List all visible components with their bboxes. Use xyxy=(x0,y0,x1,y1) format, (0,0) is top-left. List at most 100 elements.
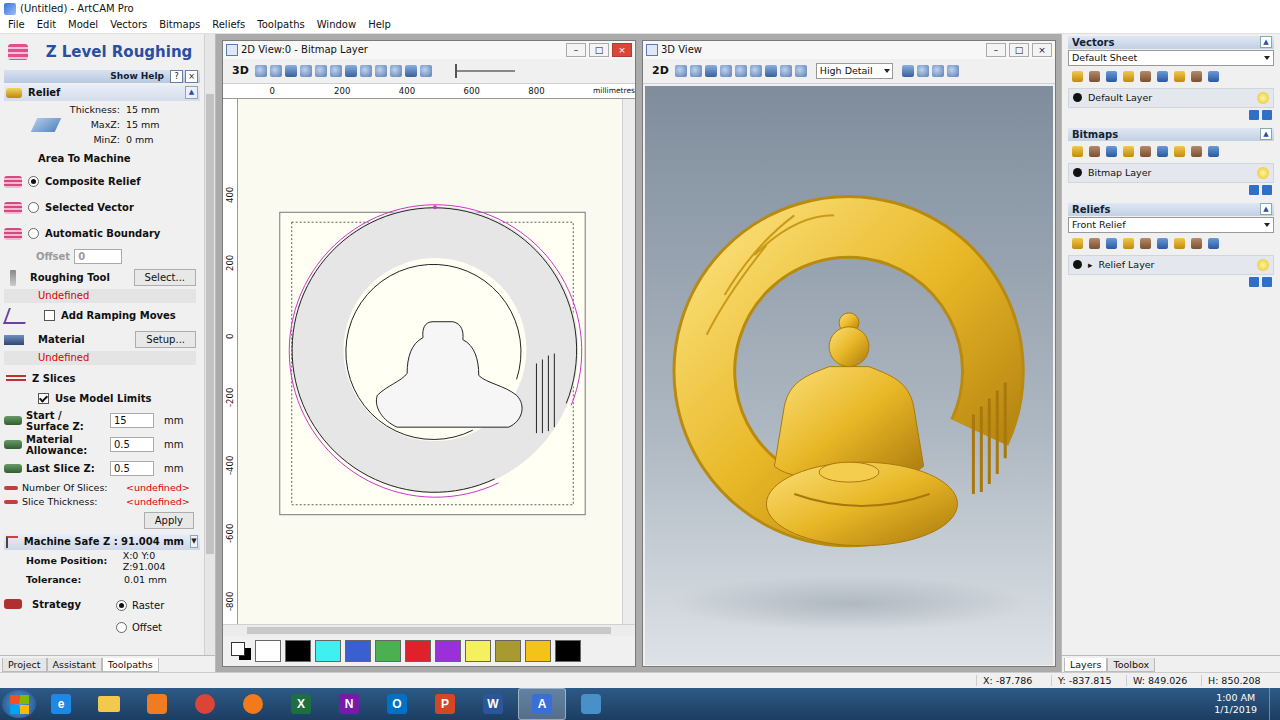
toolbar-icon[interactable] xyxy=(750,65,762,77)
toolbar-icon[interactable] xyxy=(780,65,792,77)
toolbar-icon[interactable] xyxy=(1208,71,1219,82)
select-tool-button[interactable]: Select... xyxy=(134,269,196,286)
panel-tab[interactable]: Toolpaths xyxy=(102,658,159,672)
menu-item[interactable]: Help xyxy=(362,19,397,30)
move-up-icon[interactable] xyxy=(1249,110,1259,120)
bitmap-slider[interactable] xyxy=(455,70,515,72)
slice-field[interactable]: 0.5 xyxy=(110,437,154,452)
toolbar-icon[interactable] xyxy=(1106,146,1117,157)
clock[interactable]: 1:00 AM1/1/2019 xyxy=(1204,692,1267,717)
toolbar-icon[interactable] xyxy=(947,65,959,77)
menu-item[interactable]: Window xyxy=(311,19,362,30)
radio-button[interactable] xyxy=(28,228,39,239)
move-down-icon[interactable] xyxy=(1262,110,1272,120)
toolbar-icon[interactable] xyxy=(1157,146,1168,157)
show-help[interactable]: Show Help xyxy=(110,71,164,81)
toolbar-icon[interactable] xyxy=(1140,238,1151,249)
toggle-2d-button[interactable]: 2D xyxy=(649,64,672,77)
toolbar-icon[interactable] xyxy=(1140,146,1151,157)
radio-button[interactable] xyxy=(116,600,127,611)
expand-arrow[interactable]: ▸ xyxy=(1088,260,1093,270)
menu-item[interactable]: Toolpaths xyxy=(251,19,310,30)
layer-row[interactable]: Bitmap Layer xyxy=(1068,163,1274,183)
detail-dropdown[interactable]: High Detail xyxy=(816,63,893,79)
color-swatch[interactable] xyxy=(525,640,551,662)
3d-scene[interactable] xyxy=(645,86,1053,665)
color-swatch[interactable] xyxy=(255,640,281,662)
toolbar-icon[interactable] xyxy=(1174,71,1185,82)
toolbar-icon[interactable] xyxy=(1191,238,1202,249)
strategy-option[interactable]: Offset xyxy=(116,617,164,639)
toolbar-icon[interactable] xyxy=(765,65,777,77)
model-limits-checkbox[interactable] xyxy=(38,393,49,404)
ramping-row[interactable]: Add Ramping Moves xyxy=(4,303,200,329)
toolbar-icon[interactable] xyxy=(1191,146,1202,157)
collapse-button[interactable]: ▲ xyxy=(1260,128,1272,140)
layer-tab[interactable]: Toolbox xyxy=(1107,658,1155,672)
panel-scrollbar[interactable] xyxy=(204,34,215,655)
model-limits-row[interactable]: Use Model Limits xyxy=(4,389,200,409)
show-desktop[interactable] xyxy=(1269,688,1280,720)
toolbar-icon[interactable] xyxy=(1089,146,1100,157)
help-button[interactable]: ? xyxy=(170,70,183,83)
toggle-3d-button[interactable]: 3D xyxy=(229,64,252,77)
section-header[interactable]: Reliefs▲ xyxy=(1068,203,1274,216)
toolbar-icon[interactable] xyxy=(1106,71,1117,82)
toolbar-icon[interactable] xyxy=(917,65,929,77)
menu-item[interactable]: Bitmaps xyxy=(153,19,206,30)
sheet-dropdown[interactable]: Front Relief xyxy=(1068,217,1274,233)
toolbar-icon[interactable] xyxy=(1072,71,1083,82)
toolbar-icon[interactable] xyxy=(1140,71,1151,82)
toolbar-icon[interactable] xyxy=(345,65,357,77)
visibility-icon[interactable] xyxy=(1257,259,1269,271)
expand-button[interactable]: ▼ xyxy=(190,535,198,548)
color-swatch[interactable] xyxy=(285,640,311,662)
safe-z-section[interactable]: Machine Safe Z : 91.004 mm▼ xyxy=(4,534,200,550)
toolbar-icon[interactable] xyxy=(300,65,312,77)
taskbar-app-icon[interactable]: W xyxy=(470,689,516,719)
toolbar-icon[interactable] xyxy=(1089,238,1100,249)
canvas-vertical-scrollbar[interactable] xyxy=(622,99,635,624)
taskbar-app-icon[interactable] xyxy=(182,689,228,719)
toolbar-icon[interactable] xyxy=(705,65,717,77)
radio-button[interactable] xyxy=(28,202,39,213)
toolbar-icon[interactable] xyxy=(315,65,327,77)
window-button[interactable]: – xyxy=(566,43,586,57)
fg-bg-color-icon[interactable] xyxy=(231,642,251,660)
toolbar-icon[interactable] xyxy=(795,65,807,77)
move-down-icon[interactable] xyxy=(1262,185,1272,195)
panel-tab[interactable]: Assistant xyxy=(47,658,102,672)
move-up-icon[interactable] xyxy=(1249,185,1259,195)
sheet-dropdown[interactable]: Default Sheet xyxy=(1068,50,1274,66)
menu-item[interactable]: File xyxy=(2,19,31,30)
area-option[interactable]: Selected Vector xyxy=(4,195,200,221)
drawing-canvas[interactable] xyxy=(238,99,622,624)
offset-field[interactable]: 0 xyxy=(74,249,122,264)
color-swatch[interactable] xyxy=(375,640,401,662)
collapse-button[interactable]: ▲ xyxy=(185,86,198,99)
menu-item[interactable]: Reliefs xyxy=(206,19,251,30)
toolbar-icon[interactable] xyxy=(405,65,417,77)
window-button[interactable]: □ xyxy=(1009,43,1029,57)
move-up-icon[interactable] xyxy=(1249,277,1259,287)
collapse-button[interactable]: ▲ xyxy=(1260,36,1272,48)
taskbar-app-icon[interactable]: A xyxy=(518,688,566,720)
windows-start-icon[interactable] xyxy=(2,690,36,718)
radio-button[interactable] xyxy=(28,176,39,187)
toolbar-icon[interactable] xyxy=(1174,146,1185,157)
toolbar-icon[interactable] xyxy=(1072,238,1083,249)
slice-field[interactable]: 0.5 xyxy=(110,461,154,476)
toolbar-icon[interactable] xyxy=(330,65,342,77)
window-button[interactable]: – xyxy=(986,43,1006,57)
toolbar-icon[interactable] xyxy=(735,65,747,77)
ramping-checkbox[interactable] xyxy=(44,310,55,321)
layer-tab[interactable]: Layers xyxy=(1064,658,1107,672)
visibility-icon[interactable] xyxy=(1257,92,1269,104)
taskbar-app-icon[interactable]: e xyxy=(38,689,84,719)
toolbar-icon[interactable] xyxy=(1123,146,1134,157)
toolbar-icon[interactable] xyxy=(1174,238,1185,249)
toolbar-icon[interactable] xyxy=(375,65,387,77)
section-header[interactable]: Bitmaps▲ xyxy=(1068,128,1274,141)
color-swatch[interactable] xyxy=(465,640,491,662)
color-swatch[interactable] xyxy=(315,640,341,662)
